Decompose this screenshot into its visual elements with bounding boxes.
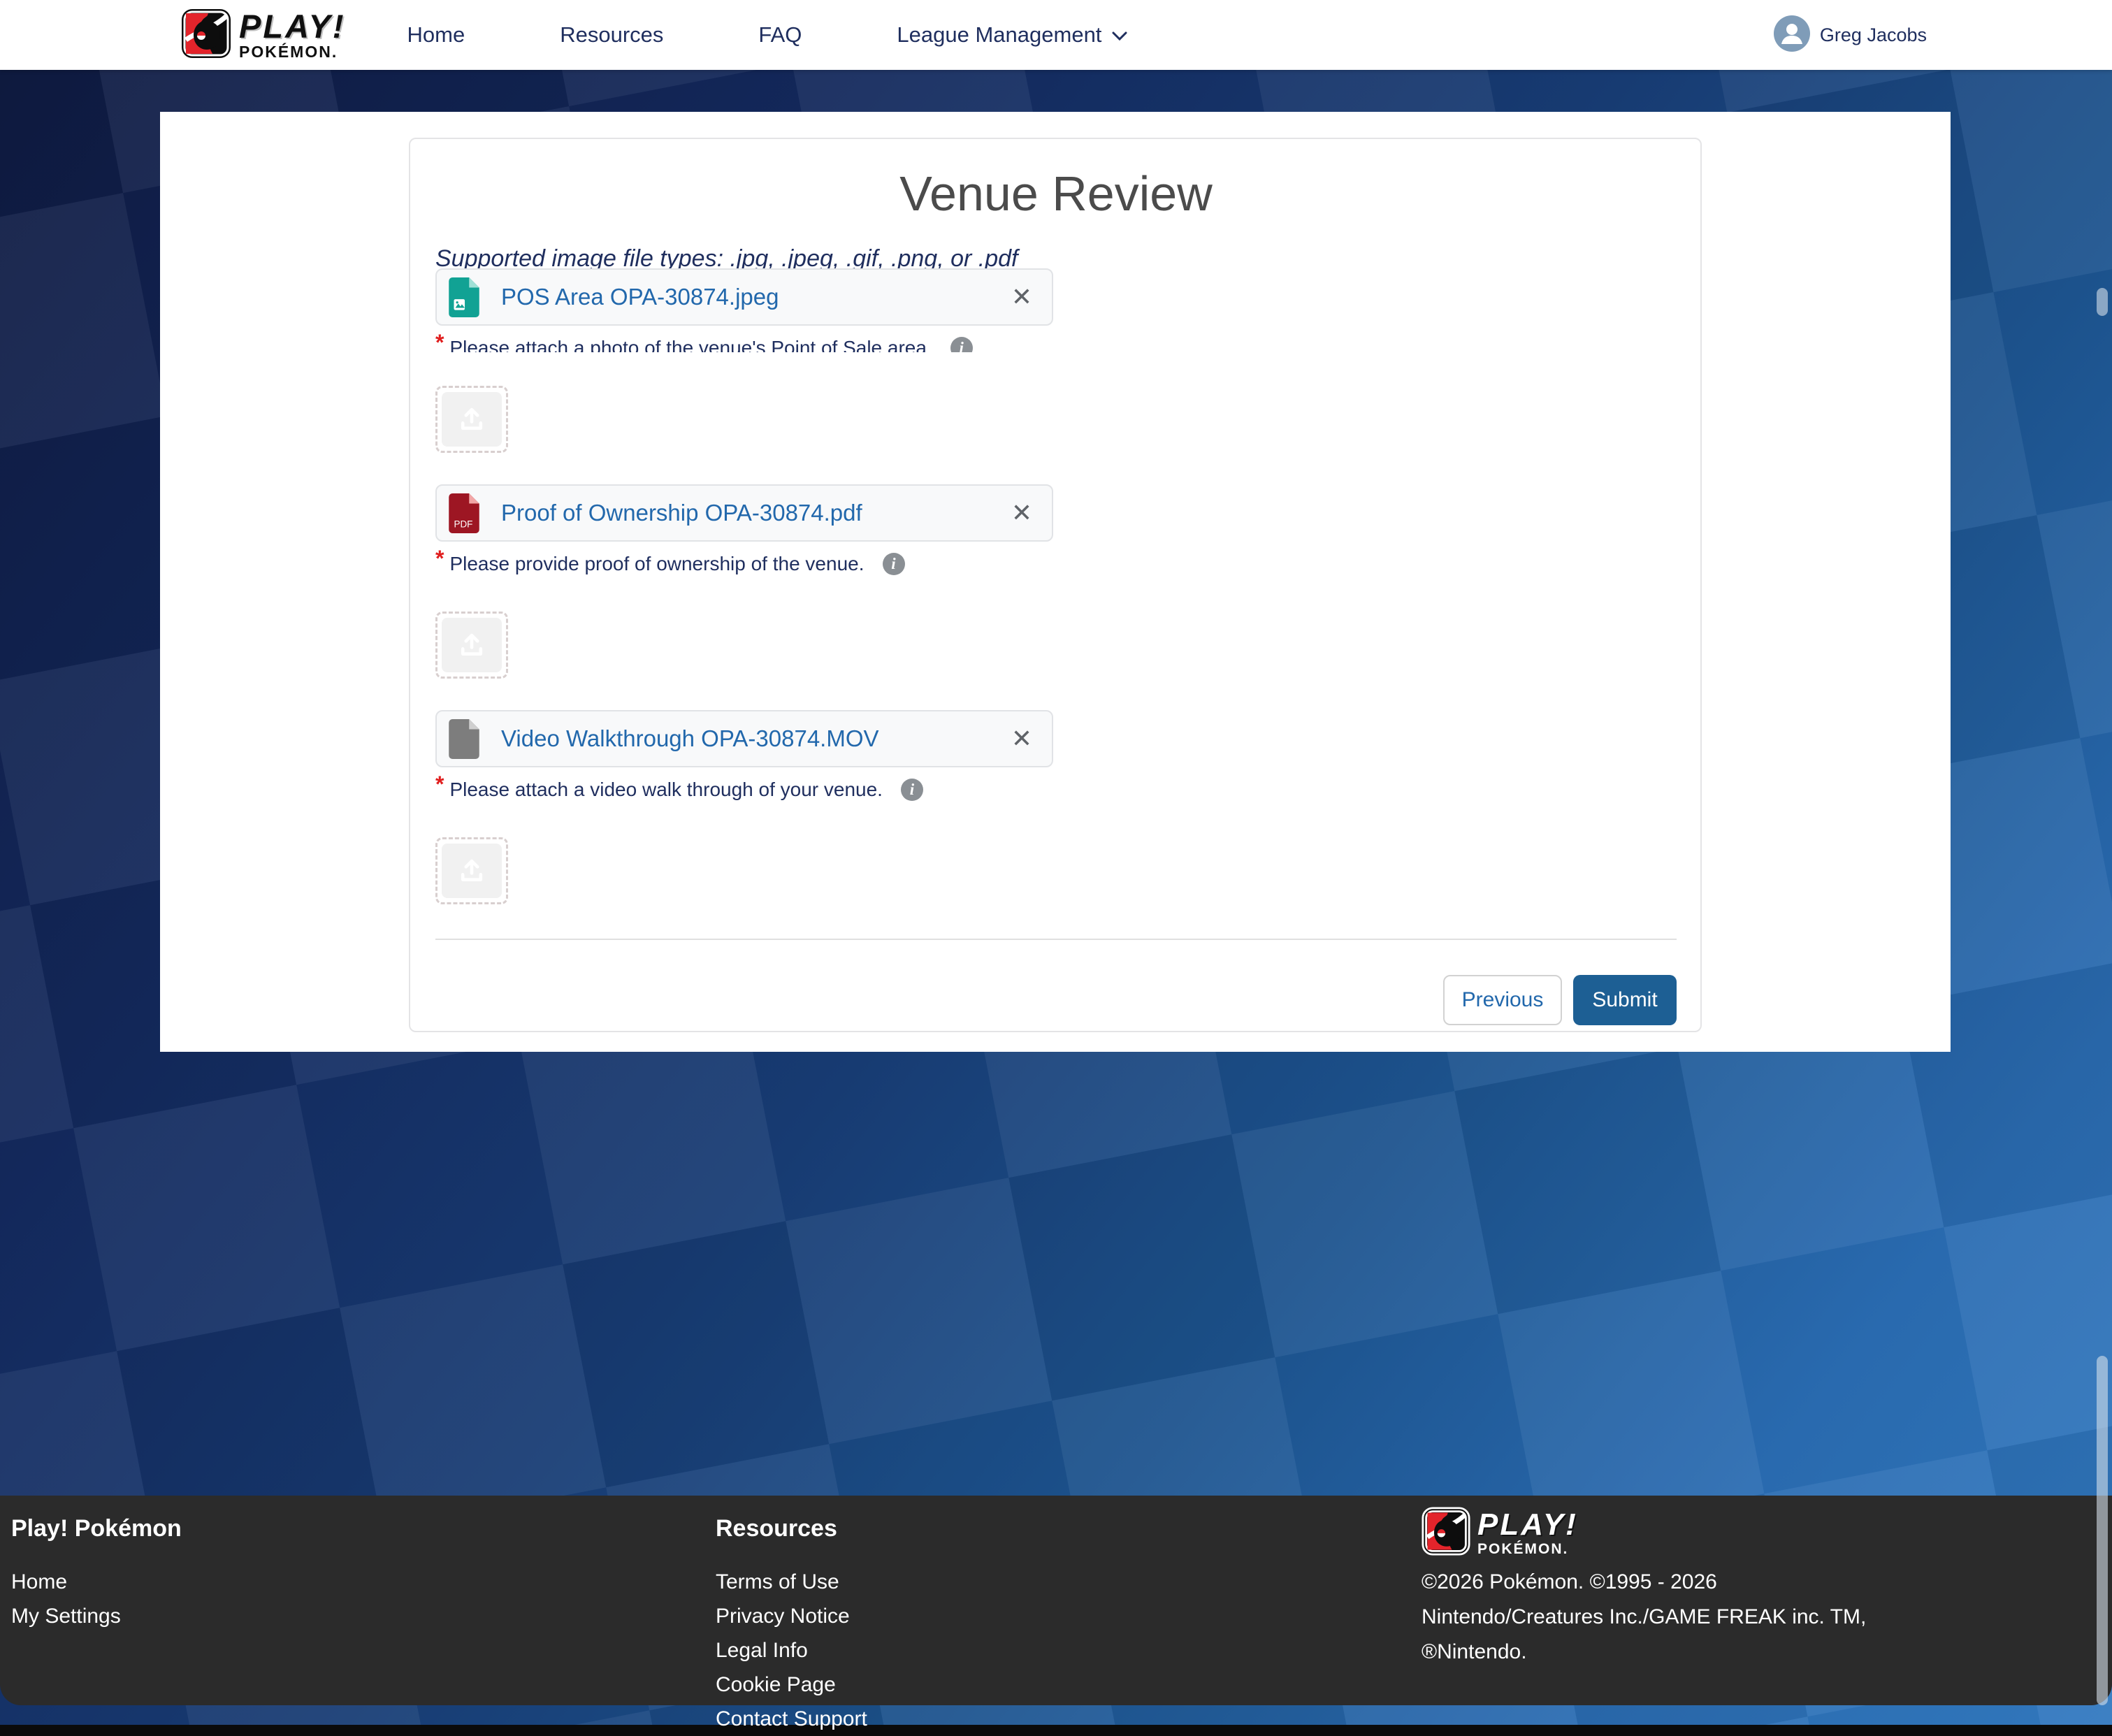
scrollbar-thumb[interactable] (2097, 288, 2108, 316)
hint-row: * Please provide proof of ownership of t… (435, 547, 1677, 578)
submit-button[interactable]: Submit (1573, 975, 1677, 1025)
venue-review-card: Venue Review Supported image file types:… (409, 138, 1702, 1032)
supported-file-types-note: Supported image file types: .jpg, .jpeg,… (435, 246, 1677, 271)
upload-dropzone[interactable] (435, 386, 508, 453)
footer-link-my-settings[interactable]: My Settings (11, 1599, 716, 1633)
upload-group-pos-area: POS Area OPA-30874.jpeg ✕ * Please attac… (435, 268, 1677, 453)
remove-file-button[interactable]: ✕ (1008, 726, 1035, 751)
footer-logo-icon (1422, 1507, 1470, 1559)
footer-link-contact-support[interactable]: Contact Support (716, 1702, 1422, 1736)
hint-row: * Please attach a photo of the venue's P… (435, 331, 1677, 352)
hint-text: Please attach a photo of the venue's Poi… (449, 331, 932, 352)
info-icon[interactable]: i (950, 337, 973, 352)
file-link[interactable]: POS Area OPA-30874.jpeg (501, 284, 1008, 310)
upload-icon (456, 854, 487, 888)
footer-link-terms-of-use[interactable]: Terms of Use (716, 1565, 1422, 1599)
upload-group-proof-of-ownership: PDF Proof of Ownership OPA-30874.pdf ✕ *… (435, 484, 1677, 679)
upload-dropzone[interactable] (435, 837, 508, 904)
play-pokemon-logo-icon (180, 8, 232, 63)
play-pokemon-logo[interactable]: PLAY! POKÉMON. (180, 8, 346, 63)
nav-link-faq[interactable]: FAQ (758, 22, 802, 48)
form-actions: Previous Submit (435, 975, 1677, 1025)
upload-icon (456, 403, 487, 437)
generic-file-icon (448, 718, 480, 759)
page-title: Venue Review (435, 167, 1677, 221)
remove-file-button[interactable]: ✕ (1008, 284, 1035, 310)
image-file-icon (448, 277, 480, 317)
hint-text: Please provide proof of ownership of the… (449, 547, 864, 578)
main-content-panel: Venue Review Supported image file types:… (160, 112, 1951, 1052)
footer-play-pokemon-logo: PLAY! POKÉMON. (1422, 1507, 2101, 1559)
file-link[interactable]: Proof of Ownership OPA-30874.pdf (501, 500, 1008, 526)
hint-text: Please attach a video walk through of yo… (449, 773, 883, 804)
brand-play-text: PLAY! (239, 10, 346, 43)
upload-group-video-walkthrough: Video Walkthrough OPA-30874.MOV ✕ * Plea… (435, 710, 1677, 904)
footer-link-home[interactable]: Home (11, 1565, 716, 1599)
svg-text:PDF: PDF (454, 519, 473, 530)
copyright-text: ©2026 Pokémon. ©1995 - 2026 Nintendo/Cre… (1422, 1565, 2101, 1670)
user-avatar-icon (1774, 15, 1810, 55)
footer-link-cookie-page[interactable]: Cookie Page (716, 1668, 1422, 1702)
footer-link-privacy-notice[interactable]: Privacy Notice (716, 1599, 1422, 1633)
footer-column-copyright: PLAY! POKÉMON. ©2026 Pokémon. ©1995 - 20… (1422, 1507, 2101, 1736)
user-name: Greg Jacobs (1820, 24, 1927, 46)
top-navigation: PLAY! POKÉMON. Home Resources FAQ League… (0, 0, 2112, 70)
required-marker: * (435, 547, 444, 570)
nav-link-league-management[interactable]: League Management (897, 22, 1128, 48)
footer-column-play-pokemon: Play! Pokémon Home My Settings (11, 1507, 716, 1736)
remove-file-button[interactable]: ✕ (1008, 500, 1035, 526)
user-menu[interactable]: Greg Jacobs (1774, 15, 1927, 55)
upload-icon (456, 628, 487, 663)
scrollbar-thumb[interactable] (2097, 1356, 2108, 1705)
footer-heading: Resources (716, 1515, 1422, 1542)
required-marker: * (435, 331, 444, 352)
attached-file-chip: POS Area OPA-30874.jpeg ✕ (435, 268, 1053, 326)
attached-file-chip: PDF Proof of Ownership OPA-30874.pdf ✕ (435, 484, 1053, 542)
file-link[interactable]: Video Walkthrough OPA-30874.MOV (501, 725, 1008, 752)
hint-row: * Please attach a video walk through of … (435, 773, 1677, 804)
upload-dropzone[interactable] (435, 612, 508, 679)
attached-file-chip: Video Walkthrough OPA-30874.MOV ✕ (435, 710, 1053, 767)
footer-heading: Play! Pokémon (11, 1515, 716, 1542)
footer-link-legal-info[interactable]: Legal Info (716, 1633, 1422, 1668)
footer-logo-text: PLAY! POKÉMON. (1477, 1510, 1578, 1556)
nav-link-home[interactable]: Home (407, 22, 465, 48)
required-marker: * (435, 773, 444, 795)
nav-links: Home Resources FAQ League Management (407, 22, 1129, 48)
page-footer: Play! Pokémon Home My Settings Resources… (0, 1496, 2112, 1705)
previous-button[interactable]: Previous (1443, 975, 1562, 1025)
nav-link-resources[interactable]: Resources (560, 22, 663, 48)
play-pokemon-logo-text: PLAY! POKÉMON. (239, 10, 346, 60)
footer-column-resources: Resources Terms of Use Privacy Notice Le… (716, 1507, 1422, 1736)
brand-pokemon-text: POKÉMON. (239, 44, 346, 60)
form-divider (435, 939, 1677, 940)
info-icon[interactable]: i (901, 779, 923, 801)
info-icon[interactable]: i (883, 553, 905, 575)
pdf-file-icon: PDF (448, 493, 480, 533)
chevron-down-icon (1111, 22, 1128, 48)
